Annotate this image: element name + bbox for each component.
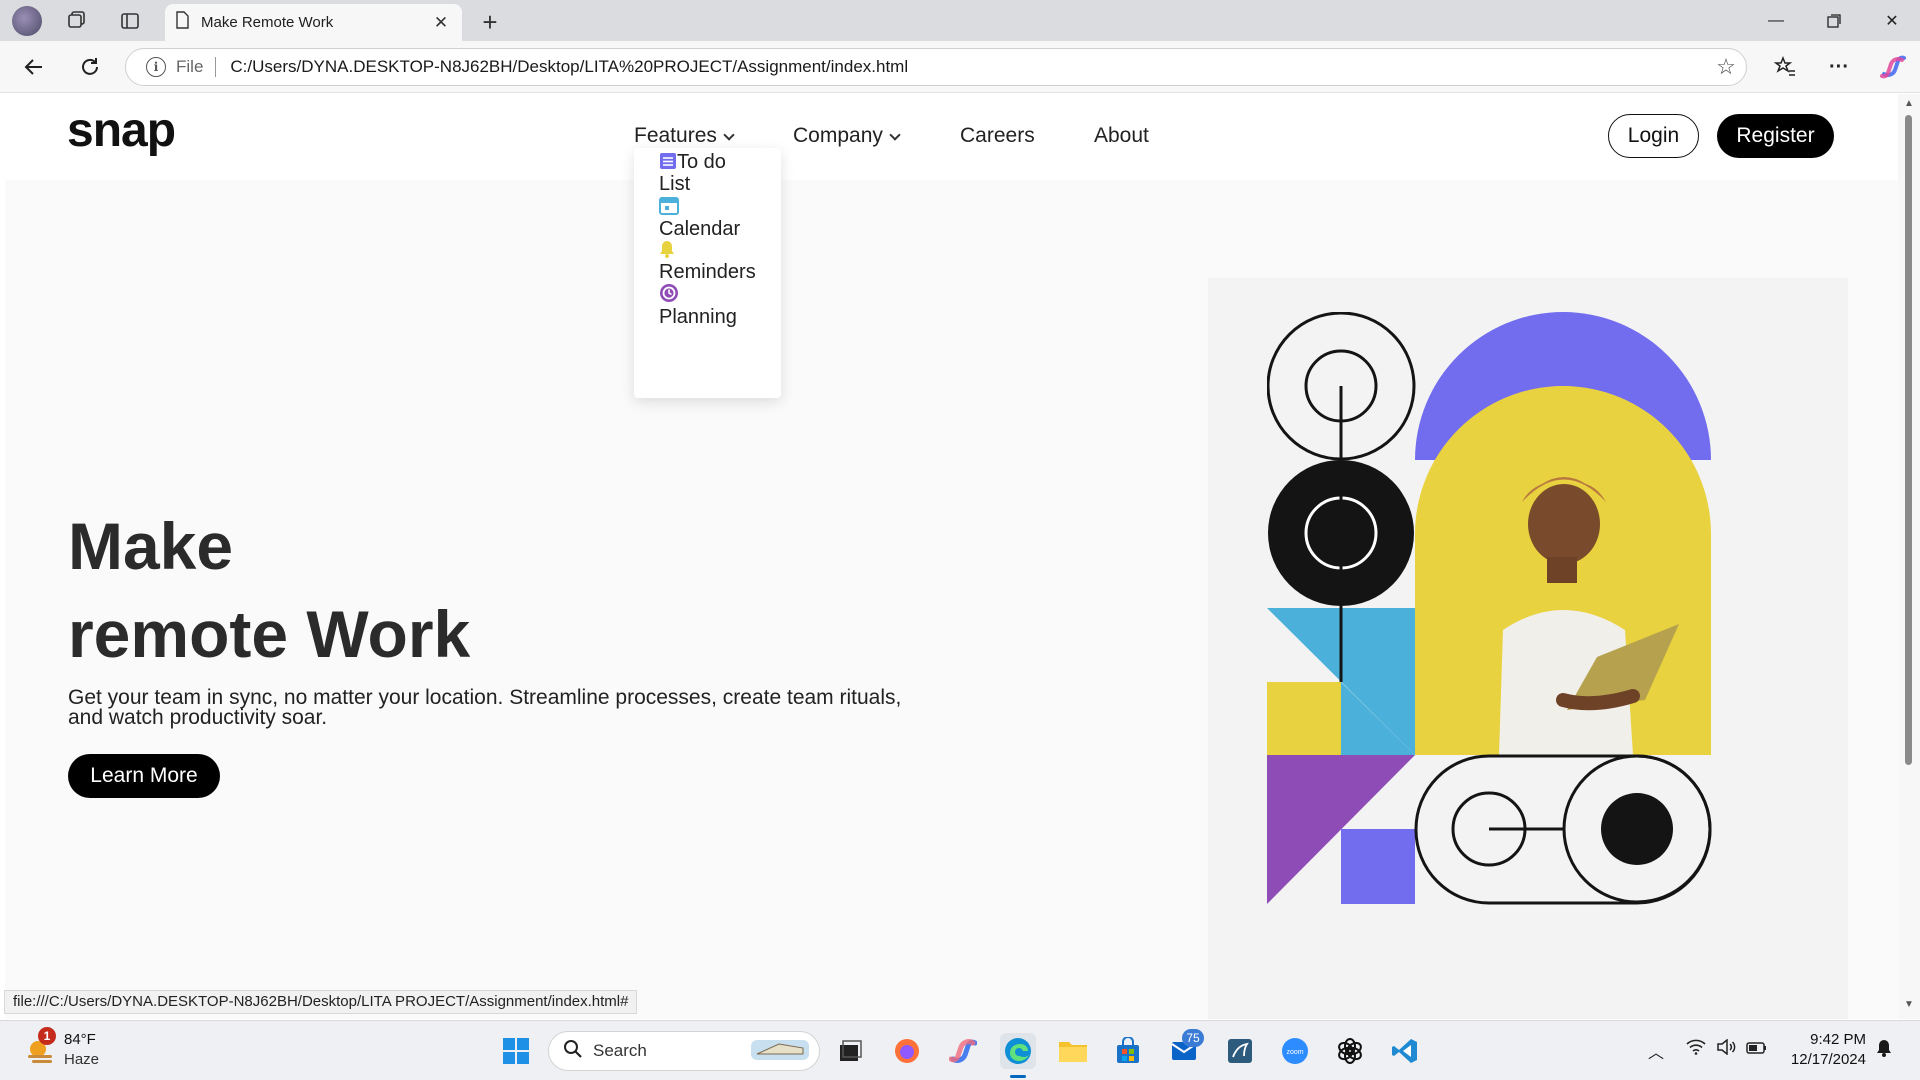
site-info-icon[interactable]: i bbox=[146, 57, 166, 77]
copilot-icon[interactable] bbox=[1877, 51, 1909, 83]
hero-description: Get your team in sync, no matter your lo… bbox=[68, 686, 902, 729]
scrollbar-thumb[interactable] bbox=[1905, 115, 1912, 765]
planning-icon bbox=[659, 283, 679, 307]
volume-icon[interactable] bbox=[1716, 1038, 1736, 1060]
search-highlight-icon bbox=[749, 1034, 811, 1069]
learn-more-button[interactable]: Learn More bbox=[68, 754, 220, 798]
nav-about[interactable]: About bbox=[1094, 124, 1149, 148]
weather-condition[interactable]: Haze bbox=[64, 1051, 99, 1068]
close-window-button[interactable]: ✕ bbox=[1872, 6, 1912, 36]
firefox-icon[interactable] bbox=[889, 1033, 925, 1069]
weather-temperature[interactable]: 84°F bbox=[64, 1031, 96, 1048]
todo-icon bbox=[659, 152, 677, 174]
hero-title: Make remote Work bbox=[68, 502, 470, 678]
chevron-down-icon bbox=[723, 128, 735, 141]
copilot-app-icon[interactable] bbox=[945, 1033, 981, 1069]
notification-count-badge: 75 bbox=[1182, 1029, 1204, 1047]
hero-title-line2: remote Work bbox=[68, 597, 471, 671]
microsoft-store-icon[interactable] bbox=[1110, 1033, 1146, 1069]
web-page: snap Features Company Careers About Logi… bbox=[5, 94, 1898, 1019]
calendar-icon bbox=[659, 195, 679, 219]
start-icon[interactable] bbox=[498, 1033, 534, 1069]
file-explorer-icon[interactable] bbox=[1055, 1033, 1091, 1069]
notification-bell-icon[interactable] bbox=[1876, 1039, 1892, 1062]
nav-careers[interactable]: Careers bbox=[960, 124, 1035, 148]
clock-date[interactable]: 12/17/2024 bbox=[1776, 1051, 1866, 1068]
chatgpt-icon[interactable] bbox=[1332, 1033, 1368, 1069]
taskbar-search[interactable]: Search bbox=[548, 1031, 820, 1071]
address-scheme: File bbox=[176, 57, 204, 76]
task-view-icon[interactable] bbox=[832, 1033, 868, 1069]
more-options-icon[interactable]: ··· bbox=[1823, 51, 1855, 83]
menu-item-label: Calendar bbox=[659, 218, 741, 240]
hero-illustration bbox=[1267, 312, 1712, 905]
menu-item-label: Reminders bbox=[659, 261, 756, 283]
menu-item-label: Planning bbox=[659, 306, 737, 328]
battery-icon[interactable] bbox=[1746, 1039, 1768, 1060]
active-tab[interactable]: Make Remote Work ✕ bbox=[165, 4, 462, 41]
address-divider bbox=[215, 57, 217, 77]
tab-title: Make Remote Work bbox=[201, 14, 334, 31]
search-label: Search bbox=[593, 1041, 647, 1060]
mysql-workbench-icon[interactable] bbox=[1222, 1033, 1258, 1069]
menu-item-calendar[interactable]: Calendar bbox=[659, 195, 775, 239]
nav-features-label: Features bbox=[634, 124, 717, 147]
refresh-button[interactable] bbox=[74, 51, 106, 83]
register-button[interactable]: Register bbox=[1717, 114, 1834, 158]
workspaces-icon[interactable] bbox=[64, 8, 90, 34]
vertical-tabs-icon[interactable] bbox=[117, 8, 143, 34]
login-button[interactable]: Login bbox=[1608, 114, 1699, 158]
restore-button[interactable] bbox=[1814, 6, 1854, 36]
address-url[interactable]: C:/Users/DYNA.DESKTOP-N8J62BH/Desktop/LI… bbox=[230, 57, 1706, 77]
windows-taskbar: 1 84°F Haze Search 75 zoom ︿ 9:42 PM 12/… bbox=[0, 1020, 1920, 1080]
page-icon bbox=[175, 11, 189, 34]
scroll-up-icon[interactable]: ▲ bbox=[1904, 98, 1914, 109]
favorites-icon[interactable] bbox=[1769, 51, 1801, 83]
hero-title-line1: Make bbox=[68, 509, 234, 583]
vscode-icon[interactable] bbox=[1387, 1033, 1423, 1069]
scroll-down-icon[interactable]: ▼ bbox=[1904, 999, 1914, 1010]
menu-item-planning[interactable]: Planning bbox=[659, 283, 775, 327]
back-button[interactable] bbox=[18, 51, 50, 83]
status-bar-url: file:///C:/Users/DYNA.DESKTOP-N8J62BH/De… bbox=[4, 990, 638, 1014]
clock-time[interactable]: 9:42 PM bbox=[1776, 1031, 1866, 1048]
weather-alert-badge: 1 bbox=[38, 1027, 56, 1045]
browser-tab-bar: Make Remote Work ✕ + — ✕ bbox=[0, 0, 1920, 41]
menu-item-todo-list[interactable]: To do List bbox=[659, 152, 739, 194]
search-icon bbox=[563, 1039, 583, 1064]
chevron-down-icon bbox=[889, 128, 901, 141]
edge-icon[interactable] bbox=[1000, 1033, 1036, 1069]
nav-features[interactable]: Features bbox=[634, 124, 735, 148]
page-scrollbar[interactable]: ▲ ▼ bbox=[1898, 94, 1920, 1019]
site-header: snap Features Company Careers About Logi… bbox=[5, 94, 1898, 180]
tab-close-button[interactable]: ✕ bbox=[428, 10, 454, 36]
nav-company[interactable]: Company bbox=[793, 124, 901, 148]
nav-company-label: Company bbox=[793, 124, 883, 147]
new-tab-button[interactable]: + bbox=[476, 7, 504, 37]
svg-text:zoom: zoom bbox=[1286, 1049, 1303, 1056]
profile-avatar[interactable] bbox=[12, 6, 42, 36]
wifi-icon[interactable] bbox=[1686, 1039, 1706, 1060]
favorite-star-icon[interactable]: ☆ bbox=[1706, 48, 1746, 86]
browser-toolbar: i File C:/Users/DYNA.DESKTOP-N8J62BH/Des… bbox=[0, 41, 1920, 93]
minimize-button[interactable]: — bbox=[1756, 6, 1796, 36]
features-dropdown-menu: To do List Calendar Reminders Planning bbox=[634, 148, 781, 398]
menu-item-reminders[interactable]: Reminders bbox=[659, 240, 775, 282]
show-hidden-icons-chevron-icon[interactable]: ︿ bbox=[1648, 1039, 1664, 1063]
address-bar[interactable]: i File C:/Users/DYNA.DESKTOP-N8J62BH/Des… bbox=[125, 48, 1747, 86]
zoom-icon[interactable]: zoom bbox=[1277, 1033, 1313, 1069]
active-app-indicator bbox=[1010, 1075, 1026, 1078]
site-logo[interactable]: snap bbox=[67, 103, 176, 158]
bell-icon bbox=[659, 240, 675, 262]
